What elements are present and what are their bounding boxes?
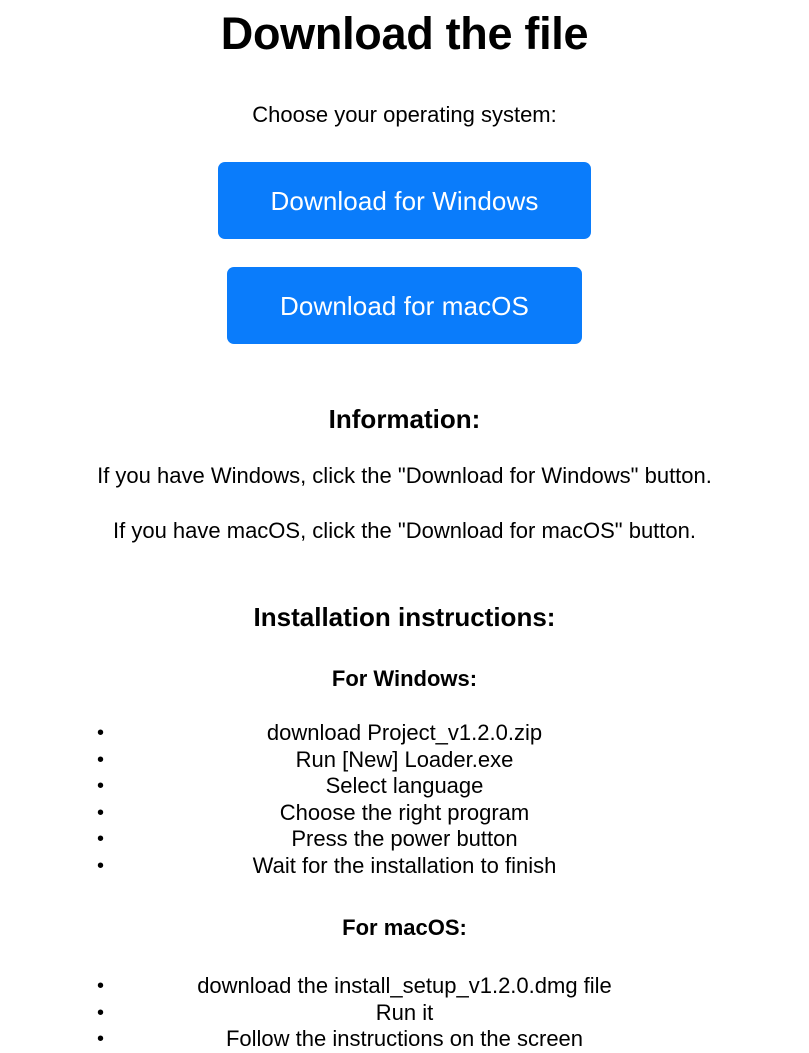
information-line-windows: If you have Windows, click the "Download… <box>97 463 712 488</box>
for-macos-heading: For macOS: <box>342 915 467 940</box>
windows-steps-list: • download Project_v1.2.0.zip • Run [New… <box>0 690 809 879</box>
list-item-label: Wait for the installation to finish <box>252 852 557 878</box>
list-item: • download Project_v1.2.0.zip <box>0 720 809 747</box>
list-item: • Press the power button <box>0 826 809 853</box>
information-line-macos: If you have macOS, click the "Download f… <box>113 518 696 543</box>
for-windows-heading: For Windows: <box>331 666 478 691</box>
bullet-icon: • <box>97 748 105 771</box>
choose-os-subtitle: Choose your operating system: <box>252 102 557 127</box>
list-item: • Run it <box>0 1000 809 1027</box>
download-buttons-group: Download for Windows Download for macOS <box>0 126 809 344</box>
page-title: Download the file <box>220 8 589 59</box>
list-item-label: Follow the instructions on the screen <box>225 1026 584 1051</box>
information-heading: Information: <box>328 404 481 434</box>
list-item-label: Select language <box>325 773 484 798</box>
bullet-icon: • <box>97 975 105 997</box>
bullet-icon: • <box>97 722 105 744</box>
bullet-icon: • <box>97 1028 105 1050</box>
list-item-label: download Project_v1.2.0.zip <box>266 720 543 745</box>
bullet-icon: • <box>97 775 105 797</box>
list-item-label: Run it <box>375 999 434 1025</box>
list-item-label: Run [New] Loader.exe <box>295 746 514 772</box>
list-item-label: Choose the right program <box>279 799 530 825</box>
download-windows-button[interactable]: Download for Windows <box>218 162 591 239</box>
macos-steps-list: • download the install_setup_v1.2.0.dmg … <box>0 939 809 1053</box>
list-item: • Wait for the installation to finish <box>0 853 809 880</box>
bullet-icon: • <box>97 854 105 877</box>
download-macos-button[interactable]: Download for macOS <box>227 267 582 344</box>
list-item: • Run [New] Loader.exe <box>0 747 809 774</box>
bullet-icon: • <box>97 1001 105 1024</box>
bullet-icon: • <box>97 828 105 850</box>
list-item: • download the install_setup_v1.2.0.dmg … <box>0 973 809 1000</box>
list-item-label: download the install_setup_v1.2.0.dmg fi… <box>197 973 612 998</box>
list-item: • Select language <box>0 773 809 800</box>
download-page: Download the file Choose your operating … <box>0 0 809 1051</box>
list-item: • Follow the instructions on the screen <box>0 1026 809 1053</box>
installation-instructions-heading: Installation instructions: <box>253 602 556 632</box>
bullet-icon: • <box>97 801 105 824</box>
list-item-label: Press the power button <box>291 826 518 851</box>
list-item: • Choose the right program <box>0 800 809 827</box>
